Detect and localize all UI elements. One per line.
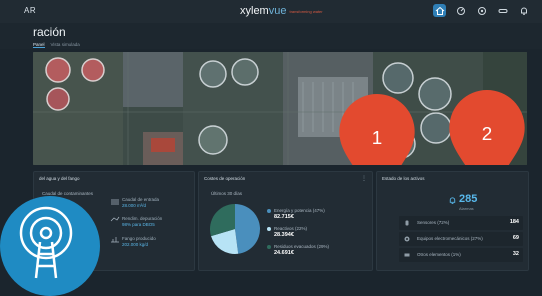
costs-period: Últimos 30 días [211,191,243,196]
metric-label: Fango producido [122,236,156,241]
tab-simulated[interactable]: Vista simulada [51,42,80,48]
legend-label: Reactivos (22%) [274,226,308,231]
map-marker-1[interactable]: 1 [130,94,415,165]
alarm-row-equipment[interactable]: Equipos electromecánicos (27%) 69 [399,232,523,246]
app-name: AR [24,6,37,15]
metric-value: 28.000 m³/d [122,203,147,208]
home-icon [435,6,444,15]
brand-accent: vue [268,5,287,17]
legend-item-energy: Energía y potencia (47%) 82.715€ [267,208,367,220]
water-tower-logo-icon [19,206,73,279]
bell-icon [520,7,527,15]
top-bar: AR xylemvue transforming water [0,0,542,24]
metric-icons [110,199,120,243]
map-pin-icon: 3 [387,96,527,165]
alarm-total: 285 [459,193,478,205]
bell-icon [449,197,456,204]
metric-performance: Rendim. depuración 98% para DBO5 [122,216,162,228]
costs-legend: Energía y potencia (47%) 82.715€ Reactivo… [267,208,367,262]
brand-tagline: transforming water [289,8,323,14]
legend-label: Energía y potencia (47%) [274,208,325,213]
card-menu-button[interactable]: ⋮ [361,175,367,182]
metric-value: 202.000 kg/d [122,242,149,247]
alarm-total-label: Alarmas [459,206,474,211]
tab-panel[interactable]: Panel [33,42,45,48]
alarm-row-sensors[interactable]: Sensores (72%) 184 [399,216,523,230]
legend-dot [267,227,271,231]
operation-costs-card: Costes de operación ⋮ Últimos 30 días En… [198,171,373,271]
home-button[interactable] [433,4,446,17]
gear-icon [404,236,410,242]
alarm-row-label: Equipos electromecánicos (27%) [417,236,483,241]
link-icon [498,8,507,13]
legend-dot [267,209,271,213]
element-icon [404,253,410,257]
alarm-row-label: Sensores (72%) [417,220,450,225]
sensor-icon [405,220,409,226]
metric-sludge: Fango producido 202.000 kg/d [122,236,156,248]
alarm-row-count: 69 [512,235,519,241]
page-header [0,23,542,49]
costs-card-title: Costes de operación [204,176,246,181]
plant-aerial-map[interactable]: 1 2 3 [33,52,527,165]
assets-status-card: Estado de los activos 285 Alarmas Sensor… [376,171,529,271]
view-tabs: Panel Vista simulada [33,42,80,48]
pie-slice-1 [235,204,261,254]
alarm-row-count: 184 [509,219,519,225]
map-marker-3[interactable]: 3 [387,96,401,114]
brand-badge [0,196,100,296]
legend-dot [267,245,271,249]
alarm-row-other[interactable]: Otros elementos (1%) 32 [399,248,523,262]
metric-label: Caudal de entrada [122,197,160,202]
legend-item-reagents: Reactivos (22%) 28.394€ [267,226,367,238]
map-marker-2[interactable]: 2 [240,90,525,165]
brand-name: xylem [240,5,269,17]
metric-value: 98% para DBO5 [122,222,155,227]
assets-card-title: Estado de los activos [382,176,425,181]
legend-value: 82.715€ [274,214,294,220]
brand-logo: xylemvue transforming water [240,5,323,17]
alarm-row-count: 32 [512,251,519,257]
metric-flow: Caudal de entrada 28.000 m³/d [122,197,159,209]
gauge-button[interactable] [454,4,467,17]
legend-value: 28.394€ [274,232,294,238]
page-title: ración [33,25,66,39]
alarm-row-label: Otros elementos (1%) [417,252,461,257]
notifications-button[interactable] [517,4,530,17]
costs-pie-chart [210,204,261,254]
link-button[interactable] [496,4,509,17]
legend-value: 24.691€ [274,250,294,256]
water-card-title: del agua y del fango [39,176,80,181]
metric-label: Rendim. depuración [122,216,163,221]
legend-item-waste: Residuos evacuados (29%) 24.691€ [267,244,367,256]
settings-button[interactable] [475,4,488,17]
settings-icon [477,6,486,15]
gauge-icon [456,6,465,15]
legend-label: Residuos evacuados (29%) [274,244,330,249]
